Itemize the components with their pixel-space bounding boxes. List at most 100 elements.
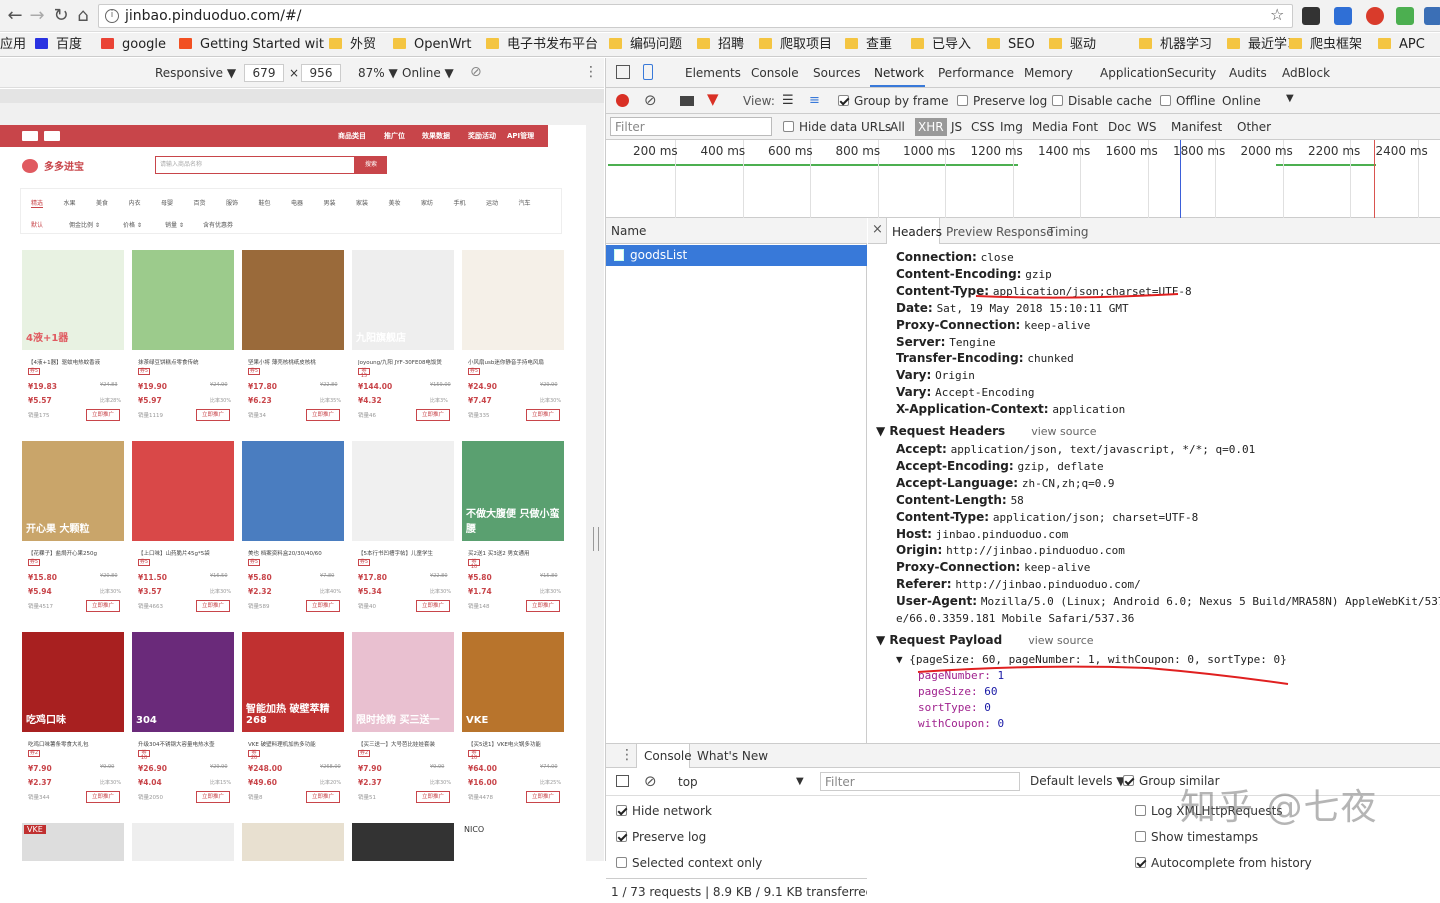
product-image[interactable]: 九阳旗舰店 [352,250,454,350]
rotate-icon[interactable]: ⊘ [470,64,482,80]
name-column-header[interactable]: Name [606,218,867,244]
sort-option[interactable]: 销量 ⇕ [165,220,184,229]
product-image[interactable]: VKE [22,823,124,861]
bookmark-item[interactable]: 爬取项目 [759,37,832,53]
devtools-tab-adblock[interactable]: AdBlock [1282,66,1330,80]
product-title[interactable]: 抹茶绿豆饼糕点零食传统 [138,358,232,366]
device-resize-handle[interactable] [593,527,599,551]
bookmark-item[interactable]: SEO [987,37,1035,53]
bookmark-item[interactable]: 查重 [845,37,892,53]
console-option-checkbox[interactable]: Show timestamps [1135,830,1258,844]
page-search-button[interactable]: 搜索 [355,156,387,174]
product-image[interactable]: 不做大腹便 只做小蛮腰 [462,441,564,541]
promote-button[interactable]: 立即推广 [196,409,230,421]
product-image[interactable] [132,250,234,350]
devtools-tab-security[interactable]: Security [1167,66,1216,80]
sort-option[interactable]: 默认 [31,220,43,229]
category-tab[interactable]: 水果 [64,198,76,207]
filter-type-all[interactable]: All [890,120,905,134]
promote-button[interactable]: 立即推广 [416,791,450,803]
promote-button[interactable]: 立即推广 [416,409,450,421]
device-mode-select[interactable]: Responsive ▼ [155,66,236,80]
product-image[interactable]: 304 [132,632,234,732]
product-image[interactable]: VKE [462,632,564,732]
log-levels-select[interactable]: Default levels ▼ [1030,774,1126,788]
inspect-icon[interactable] [616,65,630,79]
product-image[interactable] [462,250,564,350]
bookmark-item[interactable]: 已导入 [911,37,971,53]
category-tab[interactable]: 家装 [356,198,368,207]
bookmark-item[interactable]: APC [1378,37,1425,53]
product-title[interactable]: 美也 档案资料盒20/30/40/60 [248,549,342,557]
throttle-select[interactable]: Online [1222,94,1261,108]
url-input[interactable]: i jinbao.pinduoduo.com/#/ [98,4,1293,28]
product-image[interactable] [132,823,234,861]
filter-type-media[interactable]: Media [1032,120,1068,134]
header-menu-item[interactable]: 推广位 [384,131,405,141]
device-toggle-icon[interactable] [643,64,653,80]
category-tab[interactable]: 运动 [486,198,498,207]
console-tab[interactable]: Console [644,749,692,763]
more-icon[interactable]: ⋮ [584,64,598,80]
devtools-tab-application[interactable]: Application [1100,66,1167,80]
category-tab[interactable]: 汽车 [519,198,531,207]
bookmark-item[interactable]: 编码问题 [609,37,682,53]
product-title[interactable]: 小风扇usb迷你静音手持电风扇 [468,358,562,366]
filter-type-doc[interactable]: Doc [1108,120,1131,134]
bookmark-item[interactable]: OpenWrt [393,37,471,53]
sort-option[interactable]: 佣金比例 ⇕ [69,220,100,229]
header-menu-item[interactable]: API管理 [507,131,534,141]
product-title[interactable]: Joyoung/九阳 JYF-30FE08电饭煲 [358,358,452,366]
group-by-frame-checkbox[interactable]: Group by frame [838,94,948,108]
extension-icon[interactable] [1302,7,1320,25]
product-image[interactable]: NICO [462,823,564,861]
promote-button[interactable]: 立即推广 [196,791,230,803]
offline-checkbox[interactable]: Offline [1160,94,1215,108]
console-filter-input[interactable]: Filter [820,772,1020,791]
promote-button[interactable]: 立即推广 [526,791,560,803]
product-title[interactable]: 【5本行书凹槽字帖】儿童学生 [358,549,452,557]
site-logo[interactable]: 多多进宝 [22,158,84,173]
product-image[interactable] [242,441,344,541]
info-icon[interactable]: i [105,9,119,23]
product-title[interactable]: 吃鸡口味薯条零食大礼包 [28,740,122,748]
bookmark-item[interactable]: 机器学习 [1139,37,1212,53]
bookmark-star-icon[interactable]: ☆ [1270,5,1284,24]
promote-button[interactable]: 立即推广 [306,409,340,421]
filter-type-css[interactable]: CSS [971,120,995,134]
sidebar-toggle-icon[interactable] [616,775,629,787]
product-image[interactable]: 开心果 大颗粒 [22,441,124,541]
home-icon[interactable]: ⌂ [72,5,94,26]
disable-cache-checkbox[interactable]: Disable cache [1052,94,1152,108]
bookmark-item[interactable]: 爬虫框架 [1289,37,1362,53]
product-image[interactable]: 智能加热 破壁萃精 268 [242,632,344,732]
bookmark-item[interactable]: 百度 [35,37,82,53]
category-tab[interactable]: 家纺 [421,198,433,207]
product-image[interactable] [352,441,454,541]
category-tab[interactable]: 百货 [194,198,206,207]
devtools-tab-audits[interactable]: Audits [1229,66,1267,80]
category-tab[interactable]: 精选 [31,198,44,208]
record-icon[interactable] [616,94,629,107]
promote-button[interactable]: 立即推广 [196,600,230,612]
header-menu-item[interactable]: 奖励活动 [468,131,496,141]
console-option-checkbox[interactable]: Selected context only [616,856,762,870]
extension-icon[interactable] [1396,7,1414,25]
product-image[interactable] [242,250,344,350]
promote-button[interactable]: 立即推广 [86,409,120,421]
devtools-tab-console[interactable]: Console [751,66,799,80]
product-title[interactable]: 【买5送1】VKE电火锅多功能 [468,740,562,748]
product-image[interactable] [242,823,344,861]
filter-icon[interactable]: ▼ [707,90,719,108]
filter-type-xhr[interactable]: XHR [915,118,947,136]
promote-button[interactable]: 立即推广 [86,791,120,803]
waterfall-view-icon[interactable]: ≡ [809,93,820,108]
extension-icon[interactable] [1424,7,1440,25]
filter-type-manifest[interactable]: Manifest [1171,120,1222,134]
extension-icon[interactable] [1366,7,1384,25]
devtools-tab-performance[interactable]: Performance [938,66,1014,80]
chevron-down-icon[interactable]: ▼ [796,776,804,787]
forward-icon[interactable]: → [26,5,48,26]
bookmark-item[interactable]: Getting Started wit [179,37,324,53]
filter-type-font[interactable]: Font [1072,120,1098,134]
